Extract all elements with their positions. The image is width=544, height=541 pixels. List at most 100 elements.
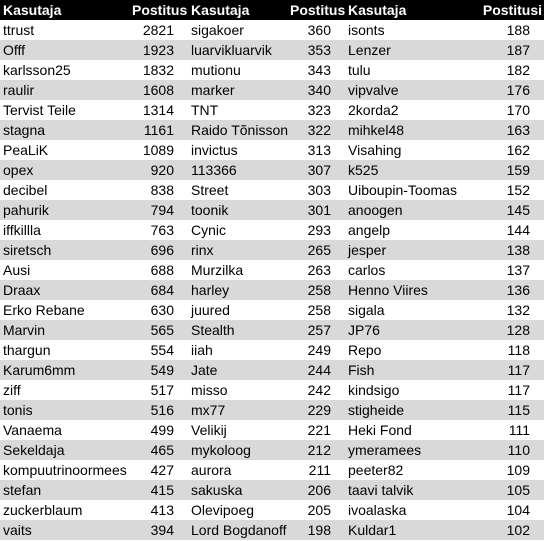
username-cell: decibel [3, 182, 48, 198]
username-cell: tonis [0, 400, 132, 420]
post-count-cell: 212 [290, 440, 345, 460]
table-row: ziff 517 misso 242 kindsigo 117 [0, 380, 544, 400]
username-cell: Cynic [191, 222, 227, 238]
post-count-cell: 263 [307, 262, 331, 278]
post-count-cell: 170 [506, 102, 530, 118]
post-count-cell: 188 [506, 22, 530, 38]
post-count-cell: 229 [290, 400, 345, 420]
table-row: PeaLiK 1089 invictus 313 Visahing 162 [0, 140, 544, 160]
post-count-cell: 109 [506, 462, 530, 478]
username-cell: thargun [3, 342, 51, 358]
post-count-cell: 206 [290, 480, 345, 500]
username-cell: angelp [348, 222, 391, 238]
username-cell: k525 [345, 160, 465, 180]
username-cell: Murzilka [191, 262, 244, 278]
post-count-cell: 136 [465, 280, 544, 300]
username-cell: jesper [345, 240, 465, 260]
username-cell: 2korda2 [348, 102, 399, 118]
table-row: iffkillla 763 Cynic 293 angelp 144 [0, 220, 544, 240]
table-row: thargun 554 iiah 249 Repo 118 [0, 340, 544, 360]
username-cell: mykoloog [188, 440, 290, 460]
post-count-cell: 413 [150, 502, 174, 518]
post-count-cell: 1161 [132, 120, 188, 140]
post-count-cell: 1832 [142, 62, 174, 78]
post-count-cell: 221 [307, 422, 331, 438]
username-cell: ymeramees [345, 440, 465, 460]
table-row: vaits 394 Lord Bogdanoff 198 Kuldar1 102 [0, 520, 544, 540]
username-cell: iiah [191, 342, 213, 358]
post-count-cell: 313 [307, 142, 331, 158]
post-count-cell: 265 [290, 240, 345, 260]
username-cell: Olevipoeg [191, 502, 255, 518]
post-count-cell: 630 [150, 302, 174, 318]
post-count-cell: 145 [465, 200, 544, 220]
username-cell: vaits [0, 520, 132, 540]
post-count-cell: 920 [132, 160, 188, 180]
table-row: tonis 516 mx77 229 stigheide 115 [0, 400, 544, 420]
username-cell: ziff [3, 382, 21, 398]
post-count-cell: 144 [506, 222, 530, 238]
username-cell: Lord Bogdanoff [188, 520, 290, 540]
header-kasutaja: Kasutaja [188, 0, 290, 20]
table-row: Draax 684 harley 258 Henno Viires 136 [0, 280, 544, 300]
username-cell: sigala [348, 302, 385, 318]
post-count-cell: 1923 [132, 40, 188, 60]
post-count-cell: 696 [132, 240, 188, 260]
post-count-cell: 117 [465, 360, 544, 380]
table-row: decibel 838 Street 303 Uiboupin-Toomas 152 [0, 180, 544, 200]
post-count-cell: 323 [307, 102, 331, 118]
post-count-cell: 244 [290, 360, 345, 380]
post-count-cell: 104 [506, 502, 530, 518]
post-count-cell: 110 [465, 440, 544, 460]
username-cell: misso [191, 382, 228, 398]
username-cell: Lenzer [345, 40, 465, 60]
username-cell: stigheide [345, 400, 465, 420]
post-count-cell: 794 [132, 200, 188, 220]
post-count-cell: 242 [307, 382, 331, 398]
username-cell: harley [188, 280, 290, 300]
username-cell: ivoalaska [348, 502, 407, 518]
table-row: ttrust 2821 sigakoer 360 isonts 188 [0, 20, 544, 40]
username-cell: isonts [348, 22, 385, 38]
post-count-cell: 303 [307, 182, 331, 198]
post-count-cell: 301 [290, 200, 345, 220]
username-cell: kompuutrinoormees [3, 462, 127, 478]
post-count-cell: 343 [307, 62, 331, 78]
username-cell: mutionu [191, 62, 241, 78]
post-count-cell: 137 [506, 262, 530, 278]
post-count-cell: 258 [290, 280, 345, 300]
username-cell: Visahing [348, 142, 402, 158]
table-row: pahurik 794 toonik 301 anoogen 145 [0, 200, 544, 220]
username-cell: mx77 [188, 400, 290, 420]
username-cell: 113366 [188, 160, 290, 180]
username-cell: Erko Rebane [3, 302, 85, 318]
table-row: Sekeldaja 465 mykoloog 212 ymeramees 110 [0, 440, 544, 460]
username-cell: Kuldar1 [345, 520, 465, 540]
post-count-cell: 2821 [142, 22, 174, 38]
post-count-cell: 340 [290, 80, 345, 100]
post-count-cell: 394 [132, 520, 188, 540]
username-cell: Heki Fond [348, 422, 412, 438]
username-cell: toonik [188, 200, 290, 220]
username-cell: zuckerblaum [3, 502, 83, 518]
username-cell: TNT [191, 102, 219, 118]
post-count-cell: 198 [290, 520, 345, 540]
post-count-cell: 152 [506, 182, 530, 198]
post-count-cell: 102 [465, 520, 544, 540]
table-row: siretsch 696 rinx 265 jesper 138 [0, 240, 544, 260]
post-count-cell: 353 [290, 40, 345, 60]
username-cell: mihkel48 [345, 120, 465, 140]
post-count-cell: 427 [150, 462, 174, 478]
username-cell: Tervist Teile [3, 102, 76, 118]
username-cell: kindsigo [348, 382, 400, 398]
post-count-cell: 307 [290, 160, 345, 180]
username-cell: karlsson25 [3, 62, 71, 78]
username-cell: pahurik [0, 200, 132, 220]
post-count-cell: 118 [507, 342, 530, 358]
post-count-cell: 132 [506, 302, 530, 318]
table-row: Offf 1923 luarvikluarvik 353 Lenzer 187 [0, 40, 544, 60]
username-cell: siretsch [0, 240, 132, 260]
post-count-cell: 516 [132, 400, 188, 420]
post-count-cell: 684 [132, 280, 188, 300]
post-count-cell: 138 [465, 240, 544, 260]
